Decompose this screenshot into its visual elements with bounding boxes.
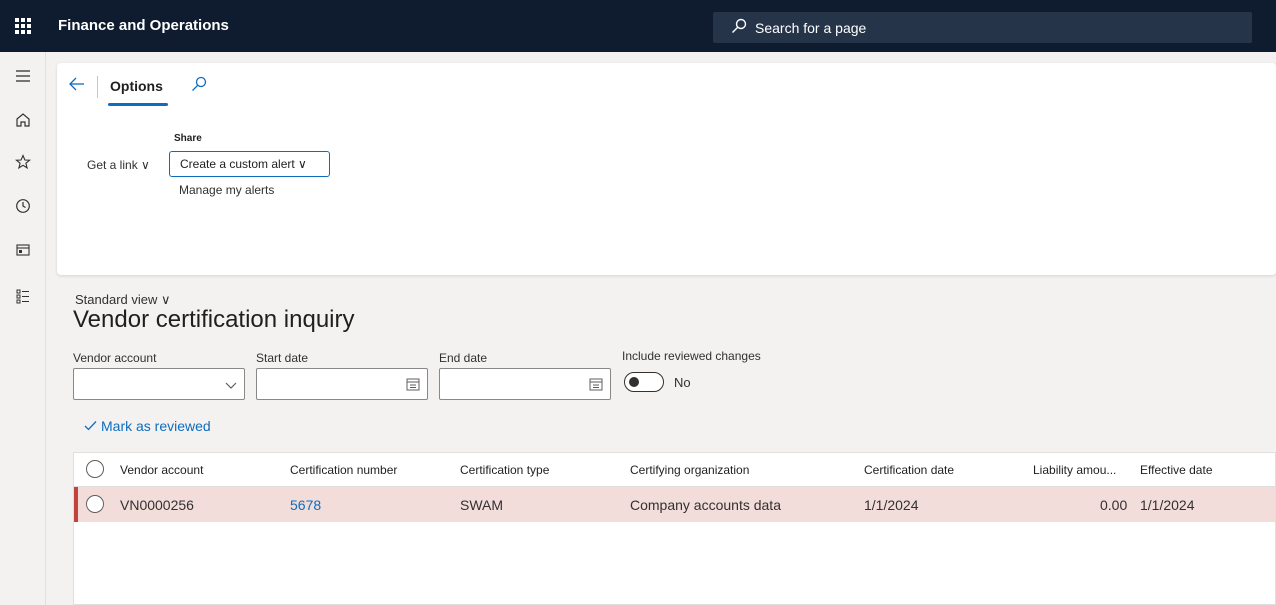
mark-as-reviewed-label: Mark as reviewed <box>101 418 211 434</box>
table-row[interactable]: VN0000256 5678 SWAM Company accounts dat… <box>74 487 1275 522</box>
action-pane: Options Share Get a link ∨ Create a cust… <box>57 63 1276 275</box>
certifying-organization-cell: Company accounts data <box>630 497 781 513</box>
column-header[interactable]: Vendor account <box>120 463 203 477</box>
search-placeholder: Search for a page <box>755 19 867 36</box>
include-reviewed-label: Include reviewed changes <box>622 349 761 363</box>
create-custom-alert-button[interactable]: Create a custom alert ∨ <box>169 151 330 177</box>
share-group-label: Share <box>174 133 202 144</box>
include-reviewed-toggle[interactable] <box>624 372 664 392</box>
vendor-account-cell: VN0000256 <box>120 497 194 513</box>
app-launcher-icon[interactable] <box>0 0 46 52</box>
chevron-down-icon[interactable] <box>225 375 237 398</box>
start-date-label: Start date <box>256 351 309 365</box>
calendar-icon[interactable] <box>406 375 420 398</box>
modules-list-icon[interactable] <box>0 284 46 308</box>
column-header[interactable]: Certification type <box>460 463 549 477</box>
liability-amount-cell: 0.00 <box>1100 497 1128 513</box>
end-date-field[interactable] <box>439 368 611 400</box>
page-title: Vendor certification inquiry <box>73 306 355 333</box>
mark-as-reviewed-button[interactable]: Mark as reviewed <box>84 418 211 434</box>
vendor-account-field[interactable] <box>73 368 245 400</box>
action-search-icon[interactable] <box>191 76 207 96</box>
toggle-state-label: No <box>674 375 691 390</box>
grid-header: Vendor account Certification number Cert… <box>74 453 1275 487</box>
certification-type-cell: SWAM <box>460 497 504 513</box>
effective-date-cell: 1/1/2024 <box>1140 497 1195 513</box>
manage-my-alerts-button[interactable]: Manage my alerts <box>179 183 274 197</box>
column-header[interactable]: Liability amou... <box>1033 463 1116 477</box>
column-header[interactable]: Certification number <box>290 463 397 477</box>
app-title[interactable]: Finance and Operations <box>58 17 229 34</box>
select-all-radio[interactable] <box>86 460 104 478</box>
page-search-box[interactable]: Search for a page <box>713 12 1252 43</box>
get-a-link-button[interactable]: Get a link ∨ <box>87 158 150 172</box>
top-bar: Finance and Operations Search for a page <box>0 0 1276 52</box>
column-header[interactable]: Certifying organization <box>630 463 749 477</box>
favorites-star-icon[interactable] <box>0 150 46 174</box>
start-date-field[interactable] <box>256 368 428 400</box>
calendar-icon[interactable] <box>589 375 603 398</box>
certification-date-cell: 1/1/2024 <box>864 497 919 513</box>
divider <box>97 76 98 98</box>
certification-number-link[interactable]: 5678 <box>290 497 321 513</box>
end-date-label: End date <box>439 351 488 365</box>
recent-clock-icon[interactable] <box>0 194 46 218</box>
home-icon[interactable] <box>0 108 46 132</box>
left-navigation <box>0 52 46 605</box>
back-arrow-icon[interactable] <box>69 75 85 96</box>
tab-options[interactable]: Options <box>110 78 163 94</box>
workspaces-icon[interactable] <box>0 238 46 262</box>
column-header[interactable]: Certification date <box>864 463 954 477</box>
row-select-radio[interactable] <box>86 495 104 513</box>
column-header[interactable]: Effective date <box>1140 463 1213 477</box>
active-tab-indicator <box>108 103 168 106</box>
vendor-account-label: Vendor account <box>73 351 157 365</box>
certification-grid: Vendor account Certification number Cert… <box>73 452 1276 605</box>
hamburger-menu-icon[interactable] <box>0 64 46 88</box>
checkmark-icon <box>84 421 97 431</box>
search-icon <box>731 18 747 37</box>
